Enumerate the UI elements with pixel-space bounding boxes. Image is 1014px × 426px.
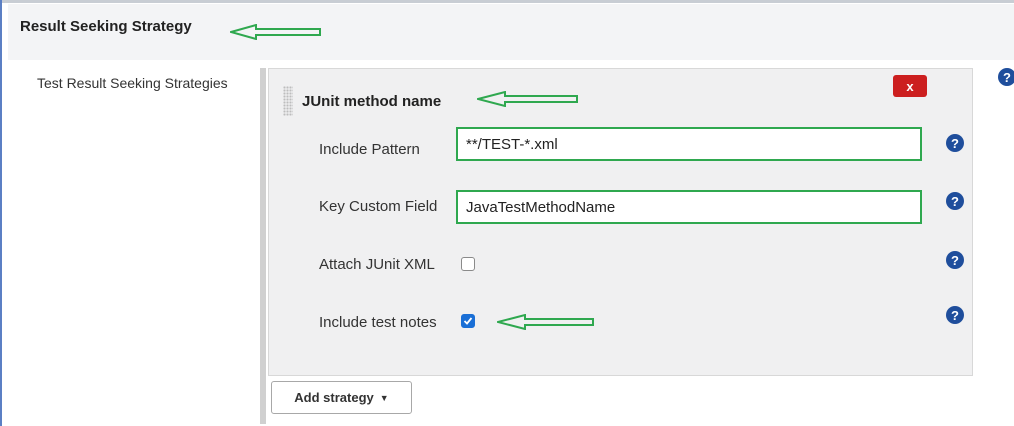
strategies-help-icon[interactable]: ? xyxy=(998,68,1014,86)
add-strategy-button[interactable]: Add strategy ▼ xyxy=(271,381,412,414)
delete-strategy-button[interactable]: x xyxy=(893,75,927,97)
include-test-notes-help-icon[interactable]: ? xyxy=(946,306,964,324)
include-pattern-label: Include Pattern xyxy=(319,141,420,158)
strategy-panel-title: JUnit method name xyxy=(302,93,442,110)
attach-junit-xml-help-icon[interactable]: ? xyxy=(946,251,964,269)
attach-junit-xml-checkbox[interactable] xyxy=(461,257,475,271)
frame-left-border xyxy=(0,0,2,426)
section-title: Result Seeking Strategy xyxy=(20,18,192,35)
strategies-label: Test Result Seeking Strategies xyxy=(37,75,228,91)
include-pattern-input[interactable] xyxy=(456,127,922,161)
arrow-annotation-icon xyxy=(497,314,594,330)
include-pattern-help-icon[interactable]: ? xyxy=(946,134,964,152)
arrow-annotation-icon xyxy=(477,91,578,107)
arrow-annotation-icon xyxy=(230,24,321,40)
panel-side-bar xyxy=(260,68,266,424)
include-test-notes-label: Include test notes xyxy=(319,314,437,331)
caret-down-icon: ▼ xyxy=(379,392,389,403)
check-icon xyxy=(463,317,473,325)
include-test-notes-checkbox[interactable] xyxy=(461,314,475,328)
frame-top-border xyxy=(0,0,1014,3)
key-custom-field-help-icon[interactable]: ? xyxy=(946,192,964,210)
add-strategy-label: Add strategy xyxy=(294,390,374,405)
drag-handle-icon[interactable] xyxy=(283,86,293,116)
key-custom-field-label: Key Custom Field xyxy=(319,198,438,215)
attach-junit-xml-label: Attach JUnit XML xyxy=(319,256,435,273)
key-custom-field-input[interactable] xyxy=(456,190,922,224)
